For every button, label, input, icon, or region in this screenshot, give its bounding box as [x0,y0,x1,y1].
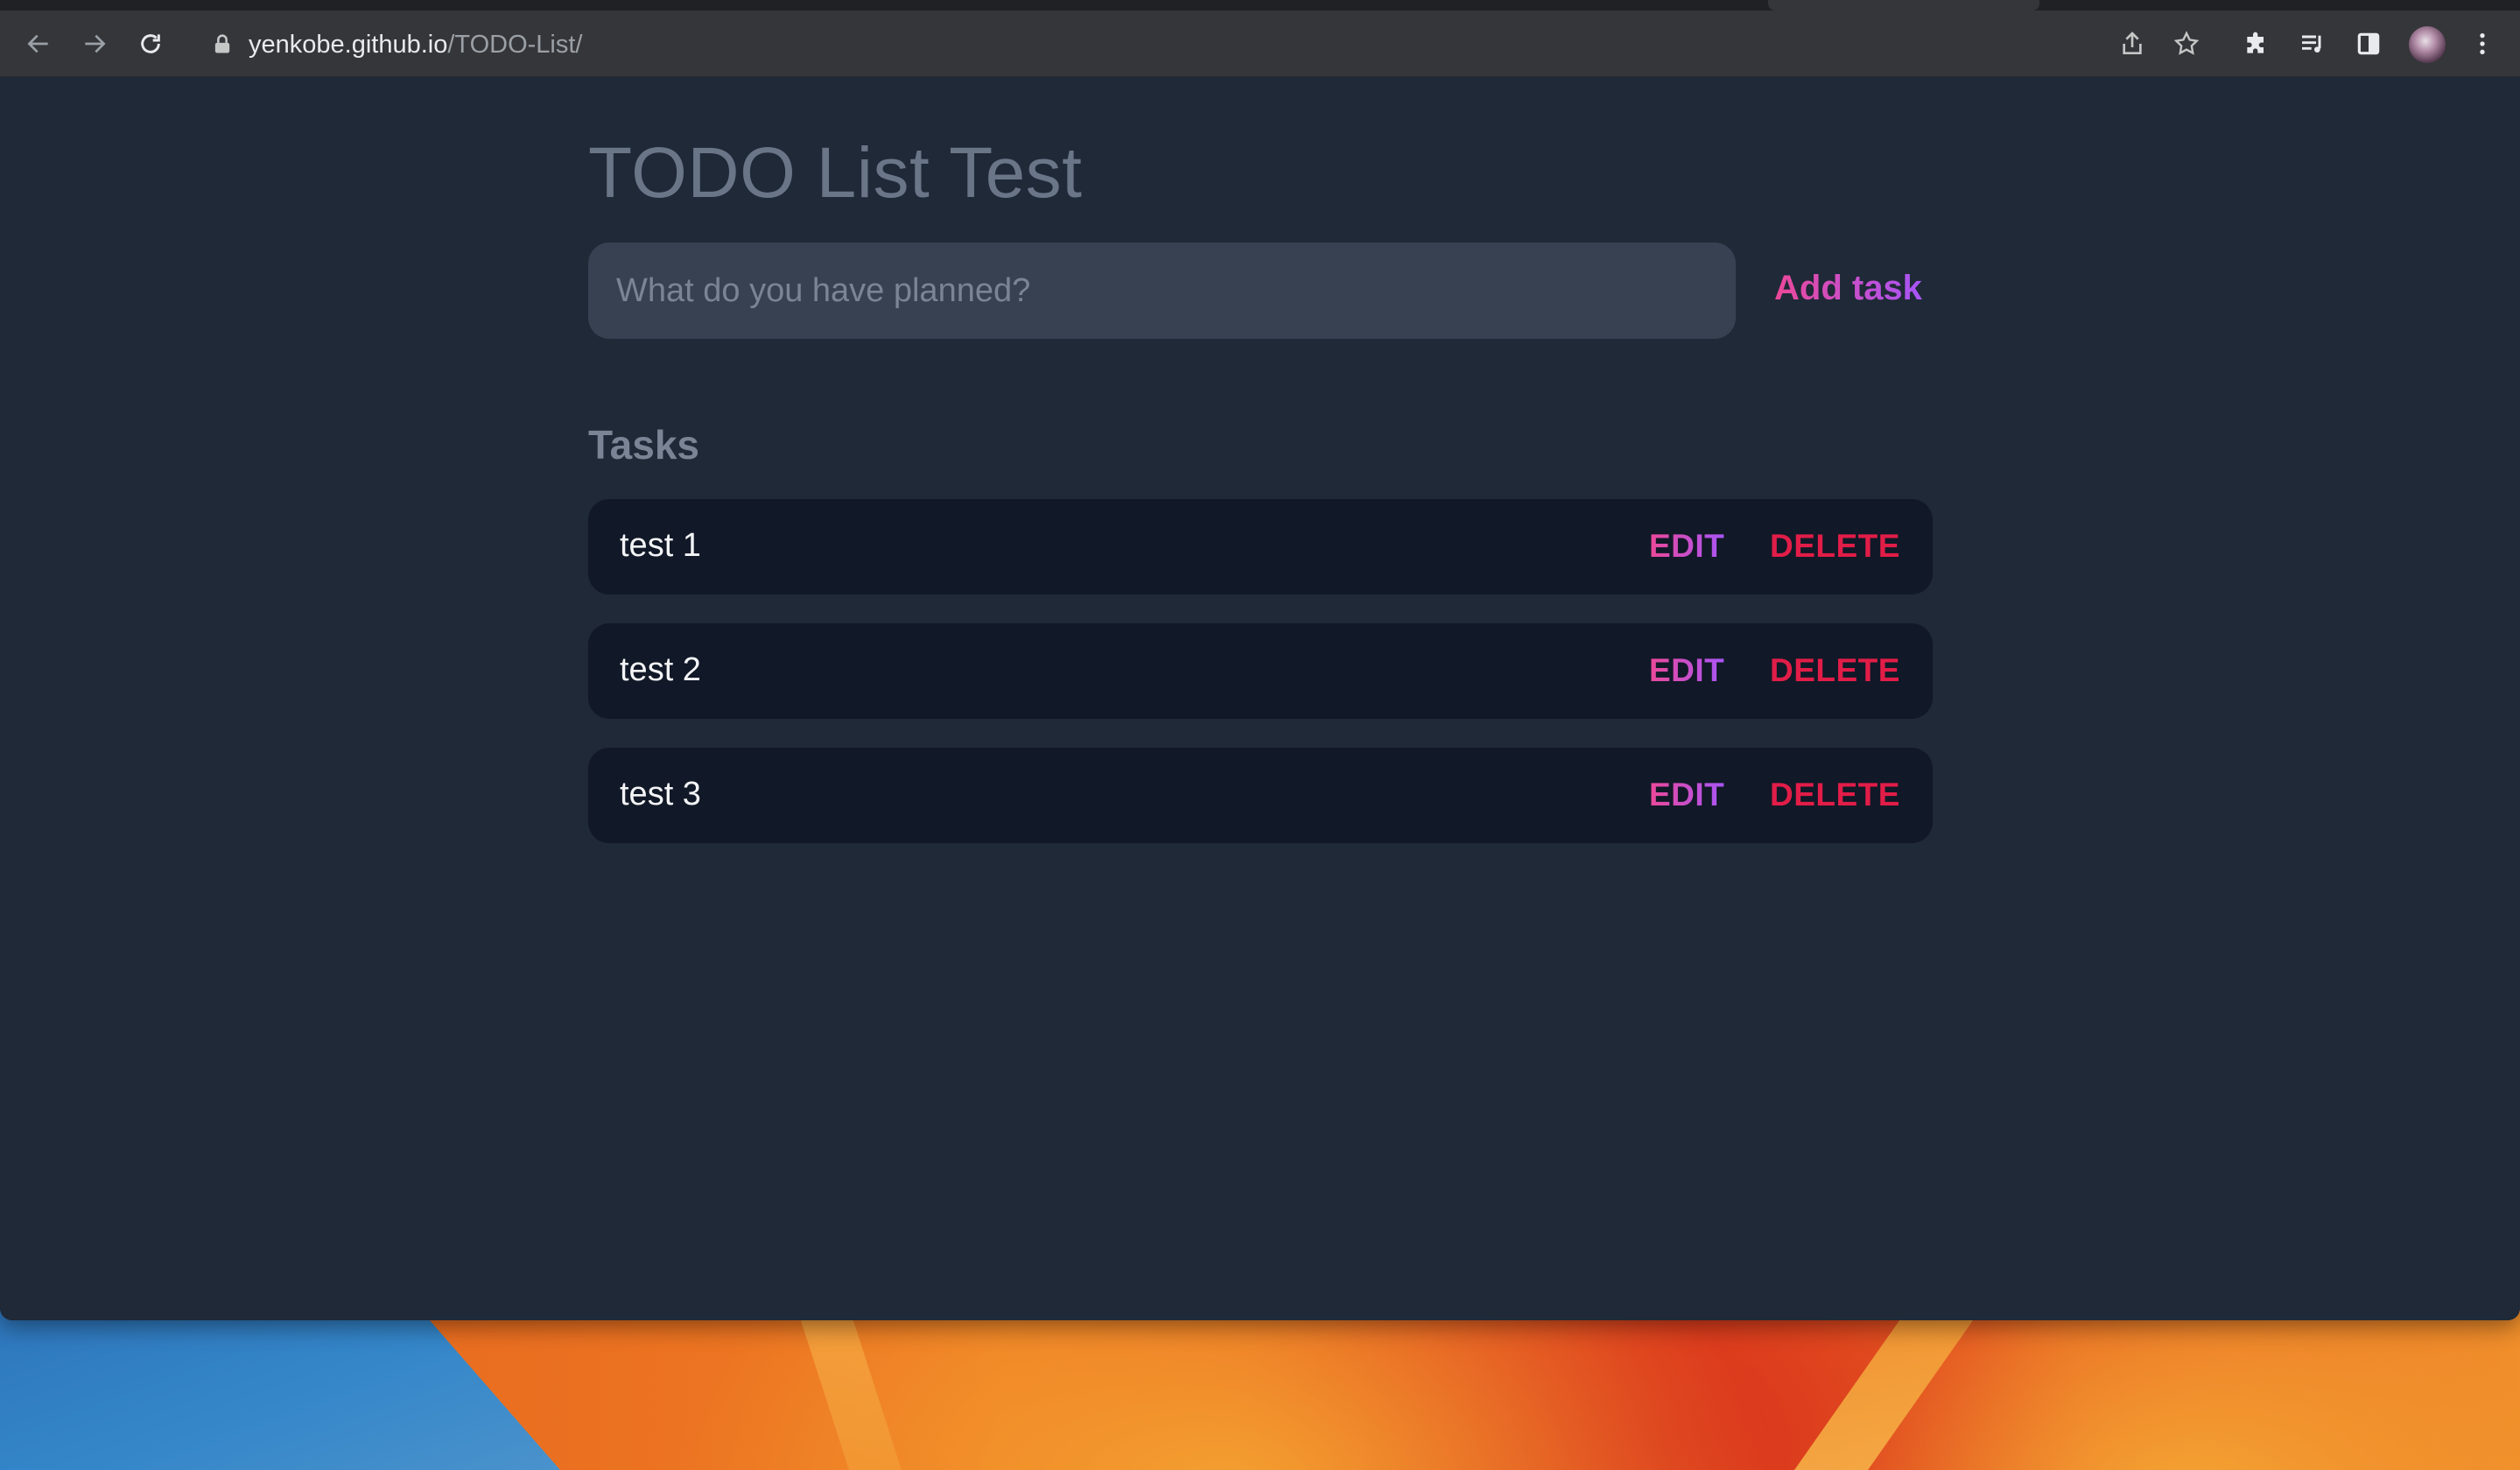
browser-window: yenkobe.github.io/TODO-List/ TODO List T… [0,0,2520,1320]
browser-toolbar: yenkobe.github.io/TODO-List/ [0,11,2520,77]
url-domain: yenkobe.github.io [249,31,448,59]
lock-icon[interactable] [210,32,235,56]
media-queue-icon[interactable] [2292,23,2334,65]
share-icon[interactable] [2111,23,2153,65]
task-text: test 1 [620,527,701,564]
task-item: test 3 EDIT DELETE [588,748,1933,843]
edit-task-button[interactable]: EDIT [1649,777,1724,813]
delete-task-button[interactable]: DELETE [1770,528,1900,565]
star-icon[interactable] [2166,23,2208,65]
tasks-heading: Tasks [588,422,700,468]
task-item: test 1 EDIT DELETE [588,499,1933,594]
url-path: /TODO-List/ [447,31,583,59]
add-task-button[interactable]: Add task [1774,269,1922,308]
delete-task-button[interactable]: DELETE [1770,777,1900,813]
reload-icon[interactable] [130,23,172,65]
side-panel-icon[interactable] [2348,23,2390,65]
active-tab[interactable] [1768,0,2039,11]
page-content: TODO List Test Add task Tasks test 1 EDI… [0,78,2520,1320]
delete-task-button[interactable]: DELETE [1770,652,1900,689]
task-list: test 1 EDIT DELETE test 2 EDIT DELETE te… [588,499,1933,872]
tab-strip [0,0,2520,11]
arrow-right-icon[interactable] [74,23,116,65]
task-text: test 3 [620,776,701,812]
page-title: TODO List Test [588,133,1083,213]
edit-task-button[interactable]: EDIT [1649,652,1724,689]
edit-task-button[interactable]: EDIT [1649,528,1724,565]
new-task-input[interactable] [588,243,1736,339]
address-bar[interactable]: yenkobe.github.io/TODO-List/ [191,19,2222,68]
url-text[interactable]: yenkobe.github.io/TODO-List/ [249,31,583,60]
profile-avatar[interactable] [2409,26,2446,63]
puzzle-icon[interactable] [2236,23,2278,65]
task-text: test 2 [620,651,701,688]
arrow-left-icon[interactable] [18,23,60,65]
kebab-menu-icon[interactable] [2461,23,2503,65]
task-item: test 2 EDIT DELETE [588,623,1933,719]
